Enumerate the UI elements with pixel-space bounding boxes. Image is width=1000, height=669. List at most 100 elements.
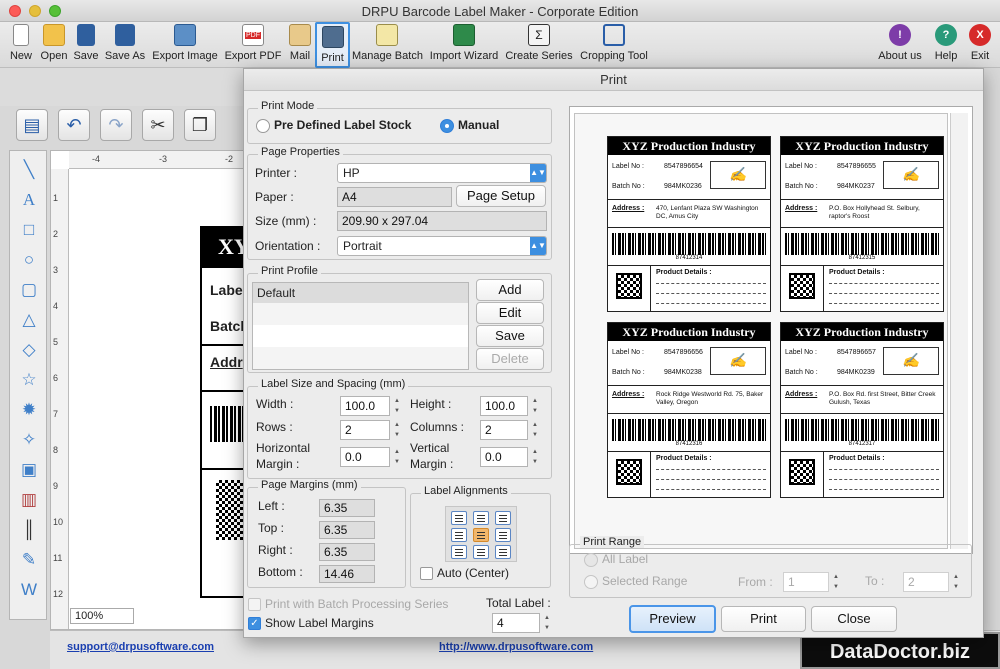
create-series-button[interactable]: Σ Create Series [504,24,574,66]
window-title: DRPU Barcode Label Maker - Corporate Edi… [361,4,639,19]
columns-input[interactable]: 2 [480,420,528,440]
ellipse-tool-icon[interactable]: ○ [16,247,42,273]
preview-scrollbar[interactable] [950,113,968,549]
align-top-left-icon[interactable] [451,511,467,525]
edit-toolbar [0,68,243,106]
exit-button[interactable]: X Exit [966,24,994,66]
save-as-icon [115,24,135,46]
edit-profile-button[interactable]: Edit [476,302,544,324]
batch-processing-checkbox[interactable] [248,598,261,611]
left-margin-field: 6.35 [319,499,375,517]
text-tool-icon[interactable]: A [16,187,42,213]
image-tool-icon[interactable]: ▣ [16,457,42,483]
rounded-rect-tool-icon[interactable]: ▢ [16,277,42,303]
copy-button[interactable]: ❐ [184,109,216,141]
width-input[interactable]: 100.0 [340,396,390,416]
mail-icon [289,24,311,46]
manage-batch-button[interactable]: Manage Batch [352,24,423,66]
export-pdf-button[interactable]: PDF Export PDF [224,24,282,66]
profile-list[interactable]: Default [252,282,469,370]
label-size-group: Label Size and Spacing (mm) Width : 100.… [247,378,552,479]
save-profile-button[interactable]: Save [476,325,544,347]
manual-radio[interactable] [440,119,454,133]
align-center-icon[interactable] [473,528,489,542]
profile-item-default[interactable]: Default [253,283,468,303]
print-button[interactable]: Print [315,22,350,68]
website-link[interactable]: http://www.drpusoftware.com [439,641,593,653]
redo-button[interactable]: ↷ [100,109,132,141]
vertical-margin-stepper[interactable]: ▲ ▼ [530,447,540,467]
selected-range-radio[interactable] [584,575,598,589]
align-bottom-center-icon[interactable] [473,545,489,559]
save-as-button[interactable]: Save As [104,24,146,66]
cut-button[interactable]: ✂ [142,109,174,141]
page-setup-button[interactable]: Page Setup [456,185,546,207]
total-label-input[interactable]: 4 [492,613,540,633]
from-stepper[interactable]: ▲ ▼ [831,572,841,592]
star-tool-icon[interactable]: ☆ [16,367,42,393]
rows-input[interactable]: 2 [340,420,390,440]
horizontal-ruler: -4 -3 -2 [69,151,244,169]
sparkle-tool-icon[interactable]: ✧ [16,427,42,453]
barcode-tool-icon[interactable]: ║ [16,517,42,543]
save-disk-icon [77,24,95,46]
mail-button[interactable]: Mail [286,24,314,66]
printer-select[interactable]: HP ▲▼ [337,163,547,183]
add-profile-button[interactable]: Add [476,279,544,301]
align-middle-right-icon[interactable] [495,528,511,542]
open-button[interactable]: Open [38,24,70,66]
columns-stepper[interactable]: ▲ ▼ [530,420,540,440]
triangle-tool-icon[interactable]: △ [16,307,42,333]
rectangle-tool-icon[interactable]: □ [16,217,42,243]
rows-stepper[interactable]: ▲ ▼ [392,420,402,440]
chevron-updown-icon: ▲▼ [530,237,546,255]
to-input[interactable]: 2 [903,572,949,592]
import-wizard-button[interactable]: Import Wizard [428,24,500,66]
burst-tool-icon[interactable]: ✹ [16,397,42,423]
align-bottom-left-icon[interactable] [451,545,467,559]
zoom-field[interactable]: 100% [70,608,134,624]
align-top-right-icon[interactable] [495,511,511,525]
design-canvas[interactable]: -4 -3 -2 1 2 3 4 5 6 7 8 9 10 11 12 XY L… [50,150,245,630]
cropping-tool-button[interactable]: Cropping Tool [578,24,650,66]
library-tool-icon[interactable]: ▥ [16,487,42,513]
export-image-button[interactable]: Export Image [152,24,218,66]
preview-button[interactable]: Preview [629,605,716,633]
total-label-stepper[interactable]: ▲ ▼ [542,613,552,633]
align-middle-left-icon[interactable] [451,528,467,542]
horizontal-margin-stepper[interactable]: ▲ ▼ [392,447,402,467]
orientation-select[interactable]: Portrait ▲▼ [337,236,547,256]
save-button[interactable]: Save [72,24,100,66]
new-button[interactable]: New [6,24,36,66]
vertical-margin-input[interactable]: 0.0 [480,447,528,467]
auto-center-checkbox[interactable] [420,567,433,580]
canvas-label-design[interactable]: XY Labe Batch Addr [200,226,244,598]
print-dialog-button[interactable]: Print [721,606,806,632]
all-label-radio[interactable] [584,553,598,567]
support-email-link[interactable]: support@drpusoftware.com [67,641,214,653]
undo-button[interactable]: ↶ [58,109,90,141]
show-label-margins-checkbox[interactable]: ✓ [248,617,261,630]
align-bottom-right-icon[interactable] [495,545,511,559]
width-stepper[interactable]: ▲ ▼ [392,396,402,416]
height-input[interactable]: 100.0 [480,396,528,416]
to-stepper[interactable]: ▲ ▼ [951,572,961,592]
pdf-icon: PDF [242,24,264,46]
diamond-tool-icon[interactable]: ◇ [16,337,42,363]
predefined-stock-radio[interactable] [256,119,270,133]
delete-profile-button[interactable]: Delete [476,348,544,370]
close-dialog-button[interactable]: Close [811,606,897,632]
from-input[interactable]: 1 [783,572,829,592]
signature-icon: ✍ [883,347,939,375]
horizontal-margin-input[interactable]: 0.0 [340,447,390,467]
height-stepper[interactable]: ▲ ▼ [530,396,540,416]
help-button[interactable]: ? Help [930,24,962,66]
properties-button[interactable]: ▤ [16,109,48,141]
about-us-button[interactable]: ! About us [876,24,924,66]
signature-tool-icon[interactable]: ✎ [16,547,42,573]
align-top-center-icon[interactable] [473,511,489,525]
signature-icon: ✍ [710,161,766,189]
line-tool-icon[interactable]: ╲ [16,157,42,183]
print-mode-group: Print Mode Pre Defined Label Stock Manua… [247,100,552,144]
watermark-tool-icon[interactable]: W [16,577,42,603]
